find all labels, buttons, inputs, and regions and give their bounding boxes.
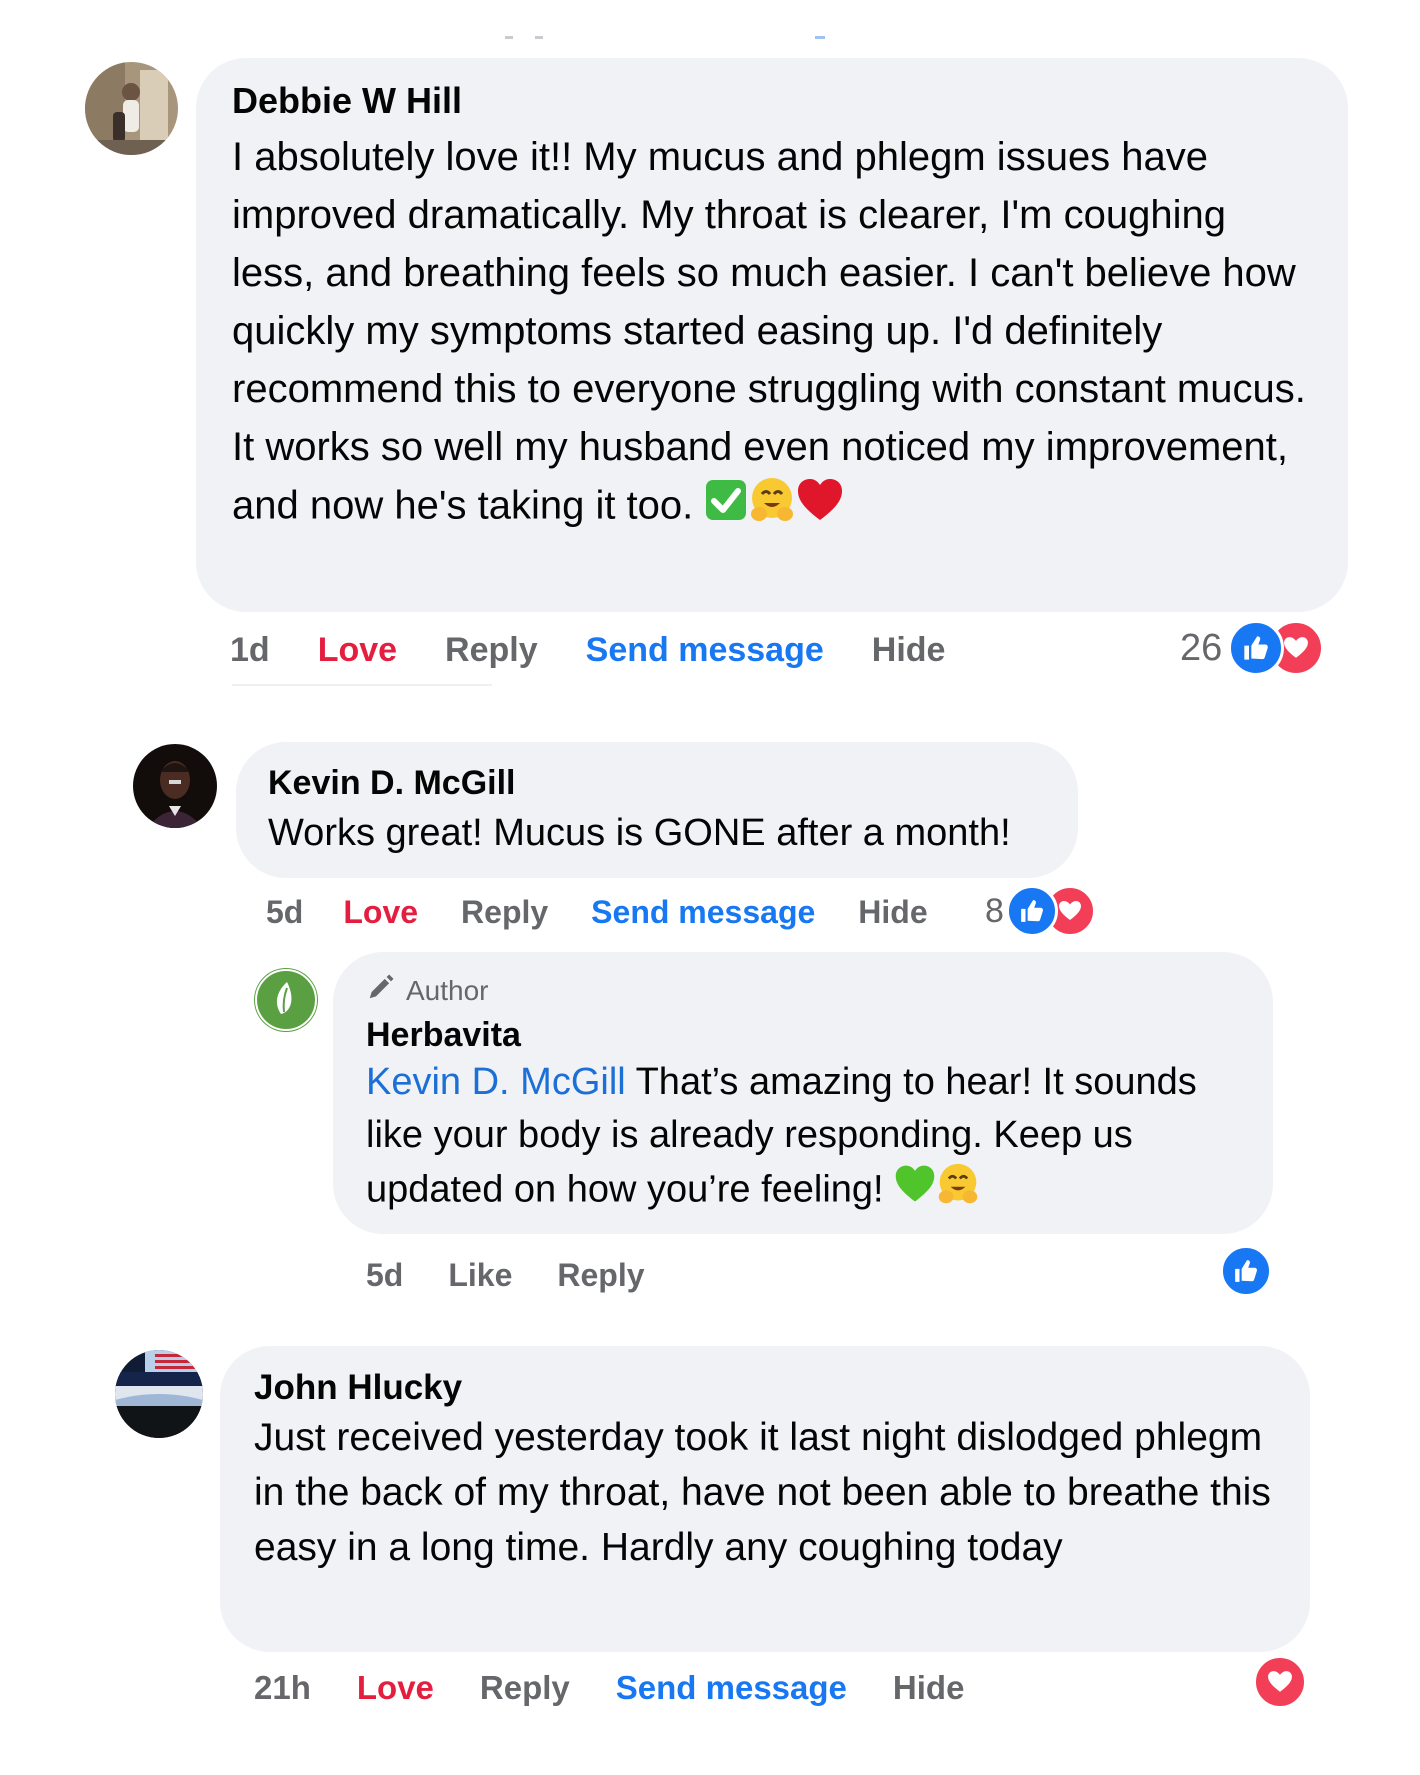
top-edge-remnant (815, 36, 825, 39)
avatar[interactable] (254, 968, 318, 1032)
like-button[interactable]: Like (448, 1257, 512, 1294)
comment-text: I absolutely love it!! My mucus and phle… (232, 128, 1312, 540)
send-message-button[interactable]: Send message (591, 894, 815, 931)
red-heart-emoji (796, 476, 844, 540)
reply-button[interactable]: Reply (461, 894, 548, 931)
reaction-count: 8 (985, 891, 1004, 930)
reaction-summary[interactable] (1220, 1245, 1272, 1297)
comment-text-body: I absolutely love it!! My mucus and phle… (232, 135, 1306, 528)
comment-text: Works great! Mucus is GONE after a month… (268, 812, 1011, 854)
like-reaction-icon (1228, 620, 1285, 676)
comment-timestamp[interactable]: 5d (366, 1257, 403, 1294)
comment-text: Kevin D. McGill That’s amazing to hear! … (366, 1056, 1246, 1221)
comment-author[interactable]: Debbie W Hill (232, 80, 462, 122)
hide-button[interactable]: Hide (858, 894, 927, 931)
comment-actions: 5d Like Reply (366, 1254, 645, 1296)
top-edge-remnant (535, 36, 543, 39)
like-reaction-icon (1220, 1245, 1272, 1297)
send-message-button[interactable]: Send message (586, 631, 824, 670)
reaction-count: 26 (1180, 626, 1223, 669)
love-button[interactable]: Love (343, 894, 418, 931)
love-button[interactable]: Love (357, 1669, 434, 1707)
send-message-button[interactable]: Send message (616, 1669, 847, 1707)
comment-timestamp[interactable]: 1d (230, 631, 270, 670)
author-badge-label: Author (406, 974, 489, 1006)
hide-button[interactable]: Hide (872, 631, 946, 670)
reply-button[interactable]: Reply (445, 631, 538, 670)
divider (232, 684, 492, 686)
comment-actions: 1d Love Reply Send message Hide (230, 628, 945, 672)
comment-author[interactable]: John Hlucky (254, 1368, 462, 1408)
check-mark-emoji (704, 478, 748, 538)
leaf-icon (255, 969, 317, 1031)
hugging-face-emoji (748, 476, 796, 540)
avatar[interactable] (115, 1350, 203, 1438)
love-button[interactable]: Love (318, 631, 397, 670)
reaction-summary[interactable]: 26 (1180, 620, 1325, 676)
comment-timestamp[interactable]: 5d (266, 894, 303, 931)
comment-timestamp[interactable]: 21h (254, 1669, 311, 1707)
mention-link[interactable]: Kevin D. McGill (366, 1061, 626, 1103)
comment-author[interactable]: Herbavita (366, 1016, 521, 1055)
pencil-icon (366, 972, 396, 1009)
author-badge: Author (366, 972, 489, 1009)
reaction-summary[interactable] (1253, 1655, 1307, 1709)
reply-button[interactable]: Reply (480, 1669, 570, 1707)
love-reaction-icon (1253, 1655, 1307, 1709)
avatar[interactable] (85, 62, 178, 155)
hide-button[interactable]: Hide (893, 1669, 965, 1707)
top-edge-remnant (505, 36, 513, 39)
reply-button[interactable]: Reply (557, 1257, 644, 1294)
avatar[interactable] (133, 744, 217, 828)
green-heart-emoji (894, 1163, 936, 1220)
like-reaction-icon (1005, 885, 1058, 937)
comment-actions: 21h Love Reply Send message Hide (254, 1666, 964, 1710)
hugging-face-emoji (936, 1162, 980, 1221)
comment-actions: 5d Love Reply Send message Hide (266, 891, 928, 933)
comment-text: Just received yesterday took it last nig… (254, 1416, 1271, 1569)
comment-author[interactable]: Kevin D. McGill (268, 764, 516, 803)
reaction-summary[interactable]: 8 (985, 885, 1096, 937)
